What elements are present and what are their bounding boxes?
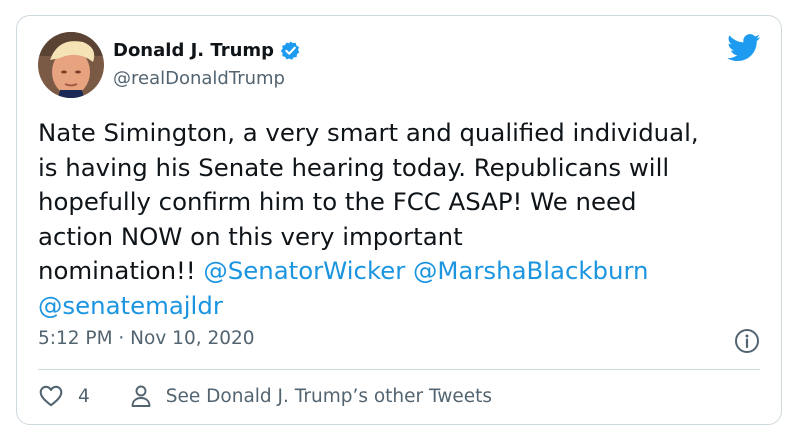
- tweet-actions: 4 See Donald J. Trump’s other Tweets: [38, 383, 492, 409]
- tweet-line: is having his Senate hearing today. Repu…: [38, 152, 670, 182]
- author-handle[interactable]: @realDonaldTrump: [113, 68, 285, 89]
- tweet-line: action NOW on this very important: [38, 221, 463, 251]
- info-icon[interactable]: [734, 328, 760, 354]
- tweet-timestamp[interactable]: 5:12 PM · Nov 10, 2020: [38, 328, 255, 349]
- tweet-line: Nate Simington, a very smart and qualifi…: [38, 118, 699, 147]
- mention-link[interactable]: @SenatorWicker: [203, 256, 405, 285]
- twitter-bird-icon[interactable]: [727, 34, 761, 62]
- mention-link[interactable]: @MarshaBlackburn: [413, 256, 649, 285]
- divider: [38, 369, 760, 370]
- like-count[interactable]: 4: [78, 386, 90, 407]
- heart-icon[interactable]: [38, 383, 64, 409]
- verified-badge-icon: [280, 41, 300, 60]
- tweet-line: @senatemajldr: [38, 289, 763, 324]
- avatar[interactable]: [38, 32, 104, 98]
- author-name[interactable]: Donald J. Trump: [113, 40, 274, 61]
- tweet-card[interactable]: Donald J. Trump @realDonaldTrump Nate Si…: [16, 15, 782, 425]
- tweet-line: hopefully confirm him to the FCC ASAP! W…: [38, 187, 637, 216]
- tweet-text-segment: nomination!!: [38, 256, 196, 285]
- see-other-tweets-link[interactable]: See Donald J. Trump’s other Tweets: [166, 386, 492, 407]
- tweet-text: Nate Simington, a very smart and qualifi…: [38, 116, 763, 323]
- mention-link[interactable]: @senatemajldr: [38, 291, 223, 320]
- person-icon[interactable]: [130, 384, 152, 408]
- avatar-image: [38, 32, 104, 98]
- tweet-line: nomination!! @SenatorWicker @MarshaBlack…: [38, 254, 763, 289]
